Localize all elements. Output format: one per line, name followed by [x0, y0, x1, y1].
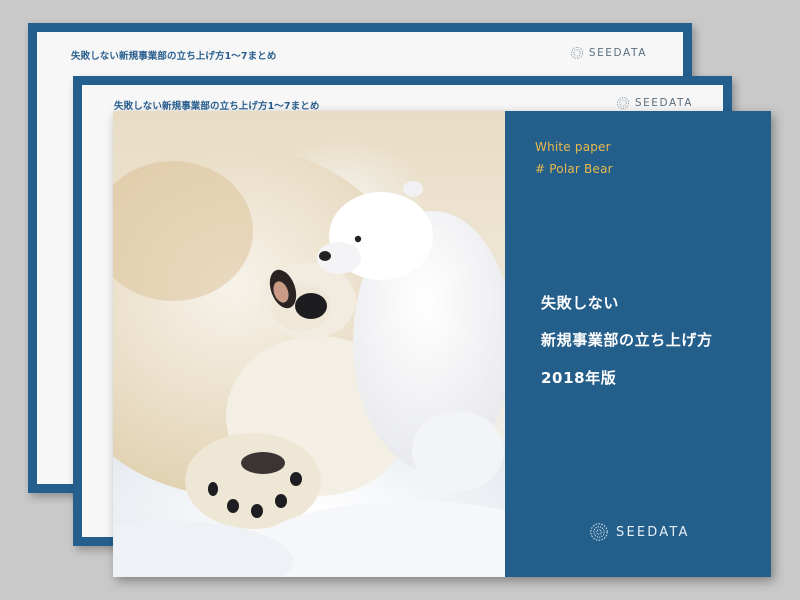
cover-title-line-1: 失敗しない — [541, 294, 620, 312]
page-title: 失敗しない新規事業部の立ち上げ方1～7まとめ — [114, 101, 320, 112]
page-header: 失敗しない新規事業部の立ち上げ方1～7まとめ SEEDATA — [37, 32, 683, 76]
seedata-logo: SEEDATA — [589, 522, 690, 542]
page-title: 失敗しない新規事業部の立ち上げ方1～7まとめ — [71, 51, 277, 62]
cover-title-line-3: 2018年版 — [541, 369, 617, 387]
document-type-label: White paper — [535, 140, 611, 154]
logo-text: SEEDATA — [588, 47, 647, 59]
polar-bear-illustration — [113, 146, 505, 577]
cover-title-line-2: 新規事業部の立ち上げ方 — [541, 331, 713, 349]
seedata-logo: SEEDATA — [570, 46, 647, 60]
seedata-logo-icon — [616, 96, 629, 110]
edition-hashtag: # Polar Bear — [535, 162, 613, 176]
seedata-logo-icon — [570, 46, 583, 60]
cover-title-panel: White paper # Polar Bear 失敗しない 新規事業部の立ち上… — [505, 111, 771, 577]
whitepaper-cover: White paper # Polar Bear 失敗しない 新規事業部の立ち上… — [113, 111, 771, 577]
seedata-logo-icon — [590, 523, 608, 541]
polar-bear-photo — [113, 111, 505, 577]
logo-text: SEEDATA — [616, 524, 690, 540]
seedata-logo: SEEDATA — [616, 96, 693, 110]
logo-text: SEEDATA — [634, 97, 693, 109]
